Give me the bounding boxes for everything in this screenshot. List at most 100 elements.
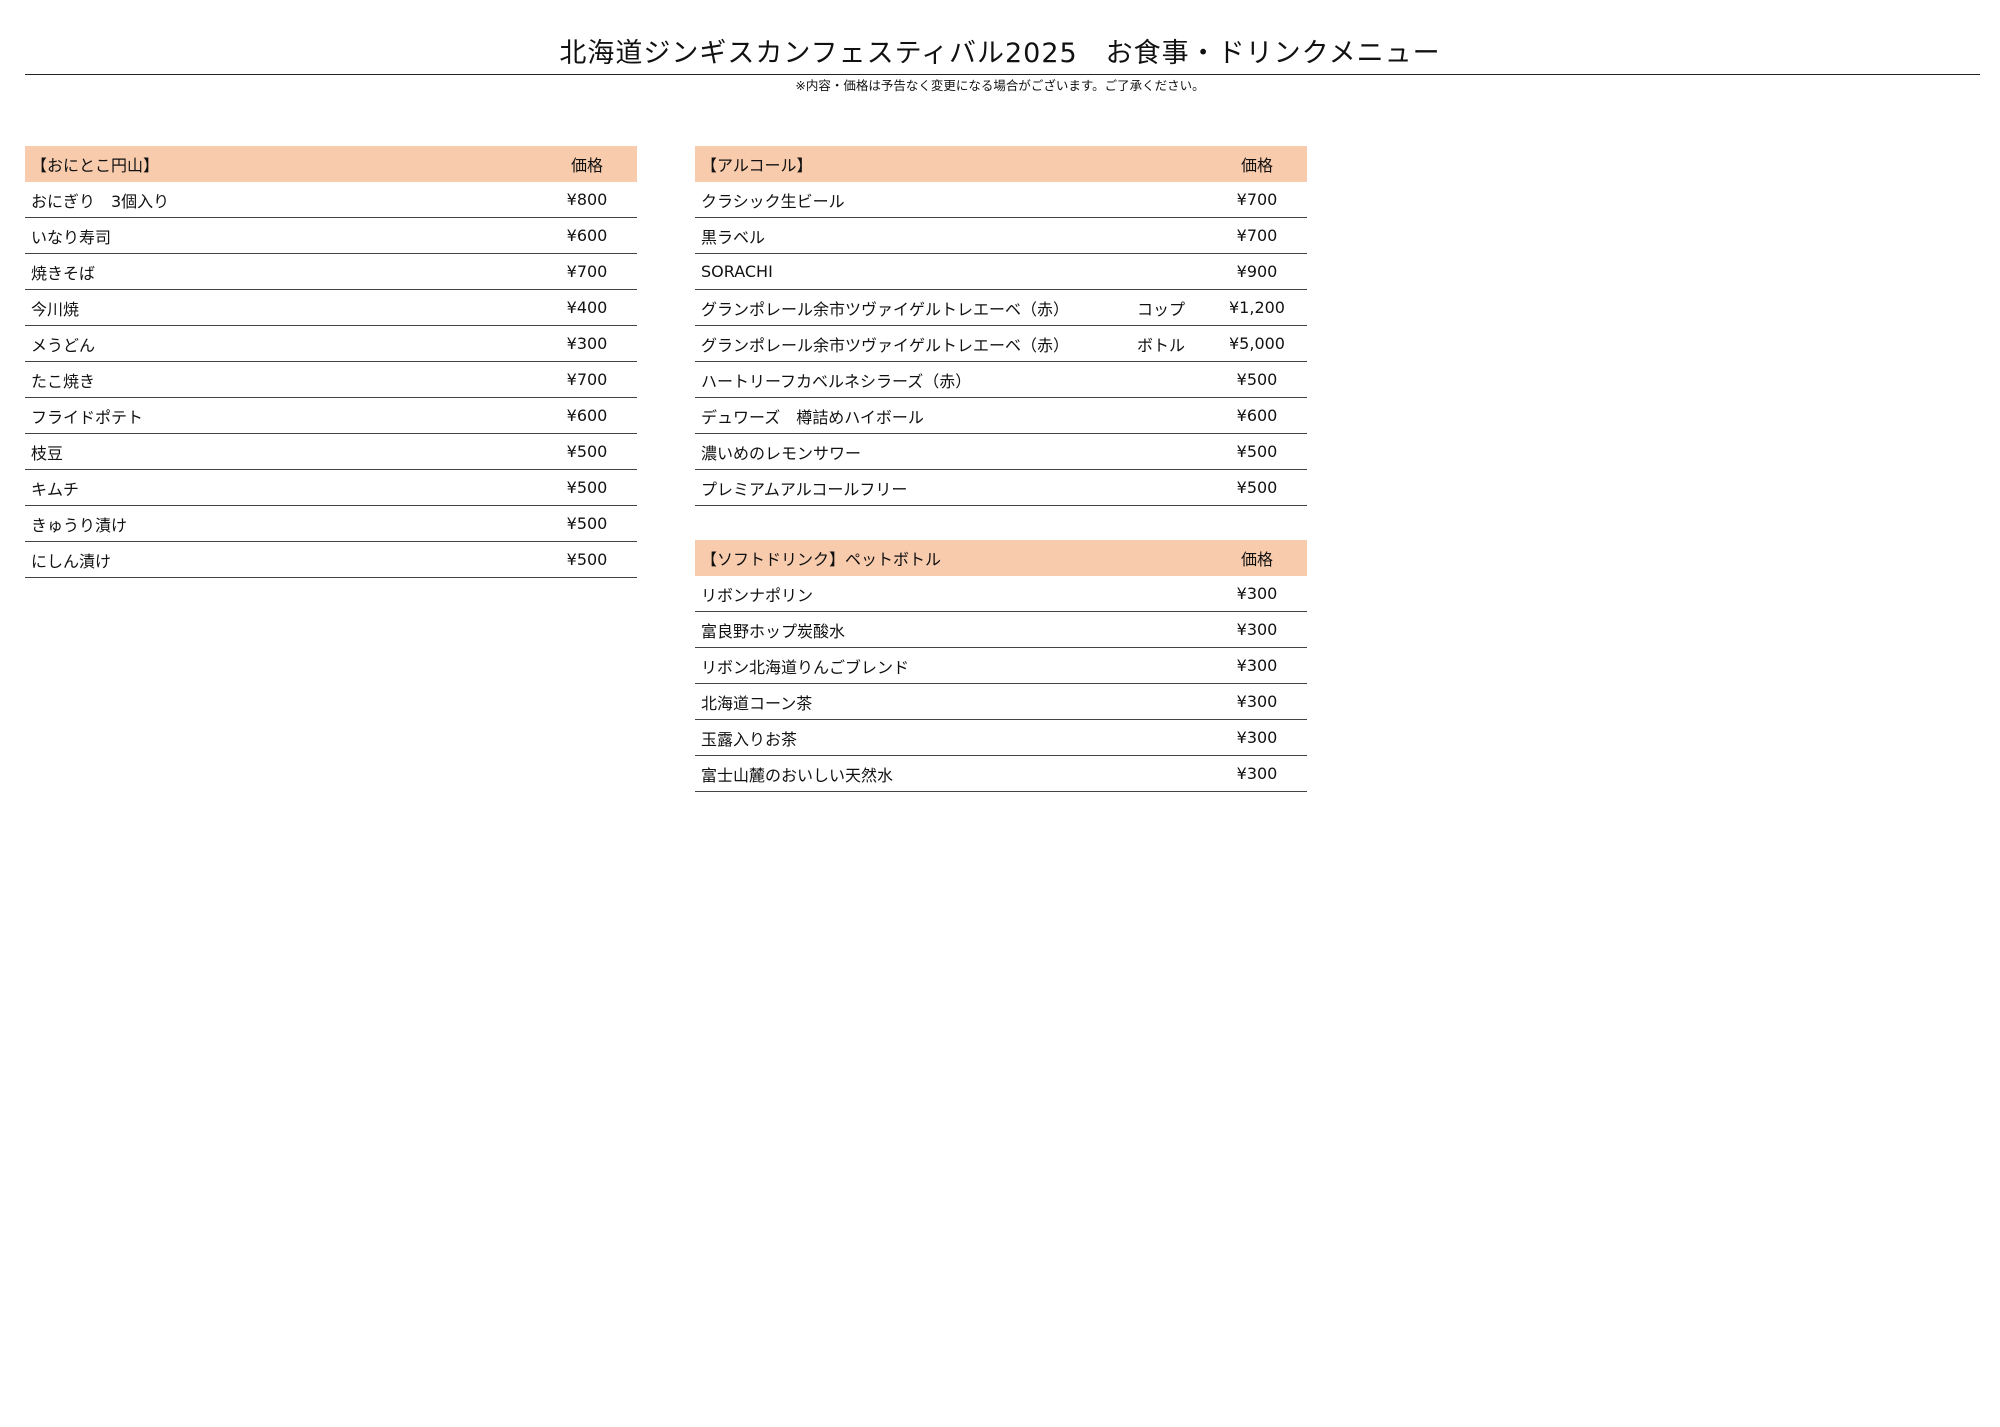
item-name: 玉露入りお茶 (695, 719, 1207, 756)
item-name: メうどん (25, 325, 537, 362)
item-price: ¥300 (1207, 576, 1307, 612)
item-price: ¥300 (1207, 719, 1307, 756)
table-row: ハートリーフカベルネシラーズ（赤） ¥500 (695, 361, 1307, 398)
table-row: グランポレール余市ツヴァイゲルトレエーベ（赤） コップ ¥1,200 (695, 289, 1307, 326)
item-name: 富良野ホップ炭酸水 (695, 611, 1207, 648)
item-price: ¥400 (537, 289, 637, 326)
menu-page: 北海道ジンギスカンフェスティバル2025 お食事・ドリンクメニュー ※内容・価格… (0, 0, 2000, 1427)
item-price: ¥1,200 (1207, 289, 1307, 326)
table-row: たこ焼き ¥700 (25, 361, 637, 398)
soft-drink-items: リボンナポリン ¥300 富良野ホップ炭酸水 ¥300 リボン北海道りんごブレンド ¥30… (695, 576, 1307, 792)
table-row: いなり寿司 ¥600 (25, 217, 637, 254)
item-price: ¥500 (537, 541, 637, 578)
item-price: ¥700 (1207, 217, 1307, 254)
item-price: ¥500 (1207, 433, 1307, 470)
table-row: 北海道コーン茶 ¥300 (695, 683, 1307, 720)
table-row: 玉露入りお茶 ¥300 (695, 719, 1307, 756)
item-name: SORACHI (695, 253, 1115, 290)
item-price: ¥300 (1207, 647, 1307, 684)
item-name: 富士山麓のおいしい天然水 (695, 755, 1207, 792)
item-name: たこ焼き (25, 361, 537, 398)
item-name: きゅうり漬け (25, 505, 537, 542)
price-column-header: 価格 (1207, 540, 1307, 576)
item-name: フライドポテト (25, 397, 537, 434)
item-price: ¥300 (1207, 611, 1307, 648)
item-name: 黒ラベル (695, 217, 1115, 254)
item-size (1115, 217, 1207, 254)
table-row: グランポレール余市ツヴァイゲルトレエーベ（赤） ボトル ¥5,000 (695, 325, 1307, 362)
item-size (1115, 361, 1207, 398)
table-row: にしん漬け ¥500 (25, 541, 637, 578)
item-price: ¥500 (1207, 361, 1307, 398)
price-notice: ※内容・価格は予告なく変更になる場合がございます。ご了承ください。 (795, 78, 1205, 93)
item-name: デュワーズ 樽詰めハイボール (695, 397, 1115, 434)
alcohol-menu-table: 【アルコール】 価格 クラシック生ビール ¥700 黒ラベル ¥700 SORACHI ¥… (695, 146, 1307, 506)
item-name: 焼きそば (25, 253, 537, 290)
item-name: 北海道コーン茶 (695, 683, 1207, 720)
table-row: 黒ラベル ¥700 (695, 217, 1307, 254)
item-size (1115, 433, 1207, 470)
price-column-header: 価格 (537, 146, 637, 182)
item-price: ¥5,000 (1207, 325, 1307, 362)
table-header-row: 【ソフトドリンク】ペットボトル 価格 (695, 540, 1307, 576)
item-size (1115, 469, 1207, 506)
food-section-header: 【おにとこ円山】 (25, 146, 537, 182)
item-price: ¥500 (537, 433, 637, 470)
table-row: フライドポテト ¥600 (25, 397, 637, 434)
item-name: リボン北海道りんごブレンド (695, 647, 1207, 684)
page-title: 北海道ジンギスカンフェスティバル2025 お食事・ドリンクメニュー (559, 38, 1441, 69)
table-header-row: 【おにとこ円山】 価格 (25, 146, 637, 182)
table-row: 富良野ホップ炭酸水 ¥300 (695, 611, 1307, 648)
item-price: ¥500 (537, 505, 637, 542)
item-name: プレミアムアルコールフリー (695, 469, 1115, 506)
item-size: コップ (1115, 289, 1207, 326)
table-header-row: 【アルコール】 価格 (695, 146, 1307, 182)
item-name: 今川焼 (25, 289, 537, 326)
item-price: ¥600 (537, 217, 637, 254)
food-items: おにぎり 3個入り ¥800 いなり寿司 ¥600 焼きそば ¥700 今川焼 ¥400 メうど… (25, 182, 637, 578)
item-size (1115, 182, 1207, 218)
item-price: ¥300 (1207, 683, 1307, 720)
item-price: ¥800 (537, 182, 637, 218)
table-row: キムチ ¥500 (25, 469, 637, 506)
item-size (1115, 253, 1207, 290)
alcohol-items: クラシック生ビール ¥700 黒ラベル ¥700 SORACHI ¥900 グランポレール余… (695, 182, 1307, 506)
item-name: おにぎり 3個入り (25, 182, 537, 218)
item-name: ハートリーフカベルネシラーズ（赤） (695, 361, 1115, 398)
item-price: ¥600 (537, 397, 637, 434)
table-row: リボン北海道りんごブレンド ¥300 (695, 647, 1307, 684)
item-name: にしん漬け (25, 541, 537, 578)
table-row: 今川焼 ¥400 (25, 289, 637, 326)
table-row: クラシック生ビール ¥700 (695, 182, 1307, 218)
item-price: ¥700 (1207, 182, 1307, 218)
table-row: SORACHI ¥900 (695, 253, 1307, 290)
alcohol-section-header: 【アルコール】 (695, 146, 1207, 182)
table-row: デュワーズ 樽詰めハイボール ¥600 (695, 397, 1307, 434)
item-price: ¥300 (1207, 755, 1307, 792)
table-row: おにぎり 3個入り ¥800 (25, 182, 637, 218)
item-price: ¥600 (1207, 397, 1307, 434)
item-name: 濃いめのレモンサワー (695, 433, 1115, 470)
price-column-header: 価格 (1207, 146, 1307, 182)
title-divider (25, 74, 1980, 75)
table-row: プレミアムアルコールフリー ¥500 (695, 469, 1307, 506)
item-price: ¥500 (537, 469, 637, 506)
item-price: ¥900 (1207, 253, 1307, 290)
item-name: いなり寿司 (25, 217, 537, 254)
table-row: 枝豆 ¥500 (25, 433, 637, 470)
food-menu-table: 【おにとこ円山】 価格 おにぎり 3個入り ¥800 いなり寿司 ¥600 焼きそば ¥7… (25, 146, 637, 578)
soft-drink-section-header: 【ソフトドリンク】ペットボトル (695, 540, 1207, 576)
item-name: クラシック生ビール (695, 182, 1115, 218)
item-size: ボトル (1115, 325, 1207, 362)
item-price: ¥700 (537, 253, 637, 290)
item-name: キムチ (25, 469, 537, 506)
item-name: グランポレール余市ツヴァイゲルトレエーベ（赤） (695, 289, 1115, 326)
item-size (1115, 397, 1207, 434)
item-price: ¥700 (537, 361, 637, 398)
table-row: メうどん ¥300 (25, 325, 637, 362)
table-row: きゅうり漬け ¥500 (25, 505, 637, 542)
table-row: 焼きそば ¥700 (25, 253, 637, 290)
item-name: 枝豆 (25, 433, 537, 470)
item-name: グランポレール余市ツヴァイゲルトレエーベ（赤） (695, 325, 1115, 362)
item-name: リボンナポリン (695, 576, 1207, 612)
